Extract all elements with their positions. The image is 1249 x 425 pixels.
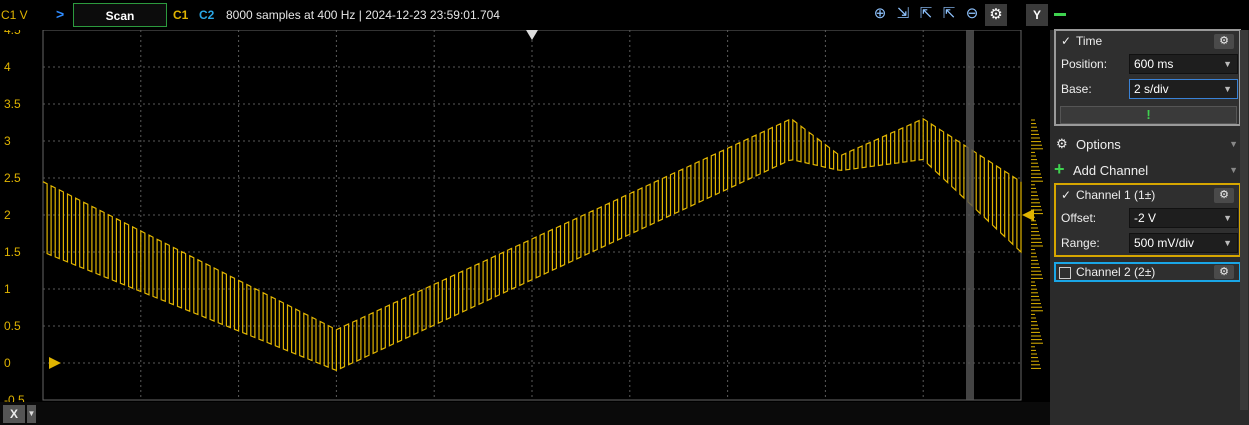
x-axis-dropdown-icon[interactable]: ▼ bbox=[27, 405, 36, 423]
y-tick-label: 4 bbox=[4, 60, 11, 74]
chevron-down-icon: ▼ bbox=[1229, 165, 1238, 175]
run-button[interactable]: ! bbox=[1060, 106, 1237, 124]
y-tick-label: 3 bbox=[4, 134, 11, 148]
channel1-check-icon[interactable]: ✓ bbox=[1061, 188, 1071, 202]
channel2-section: Channel 2 (2±) ⚙ bbox=[1054, 262, 1241, 282]
trigger-level-marker bbox=[1022, 209, 1034, 221]
panel-scrollbar[interactable] bbox=[1240, 30, 1248, 410]
range-label: Range: bbox=[1061, 236, 1100, 250]
y-axis-unit: C1 V bbox=[1, 8, 28, 22]
chevron-down-icon[interactable]: ▼ bbox=[1223, 80, 1232, 98]
time-header: Time bbox=[1076, 34, 1103, 48]
offset-value: -2 V bbox=[1134, 211, 1157, 225]
x-axis-bar bbox=[0, 402, 1050, 425]
scan-button[interactable]: Scan bbox=[73, 3, 167, 27]
y-tick-label: 1.5 bbox=[4, 245, 21, 259]
channel1-toggle[interactable]: C1 bbox=[173, 8, 188, 22]
chevron-down-icon[interactable]: ▼ bbox=[1223, 55, 1232, 73]
expand-arrow-icon[interactable]: > bbox=[56, 6, 64, 22]
cursor-icon[interactable]: ⇱ bbox=[939, 4, 959, 24]
acquisition-info: 8000 samples at 400 Hz | 2024-12-23 23:5… bbox=[226, 8, 500, 22]
position-value: 600 ms bbox=[1134, 57, 1174, 71]
gear-icon[interactable]: ⚙ bbox=[1214, 265, 1234, 279]
zoom-in-icon[interactable]: ⊕ bbox=[870, 4, 890, 24]
chevron-down-icon[interactable]: ▼ bbox=[1223, 209, 1232, 227]
chevron-down-icon[interactable]: ▼ bbox=[1223, 234, 1232, 252]
base-field[interactable]: 2 s/div ▼ bbox=[1129, 79, 1238, 99]
gear-icon[interactable]: ⚙ bbox=[985, 4, 1007, 26]
y-axis-button[interactable]: Y bbox=[1026, 4, 1048, 26]
channel1-header: Channel 1 (1±) bbox=[1076, 188, 1156, 202]
time-section: ✓ Time ⚙ Position: 600 ms ▼ Base: 2 s/di… bbox=[1054, 29, 1241, 126]
range-field[interactable]: 500 mV/div ▼ bbox=[1129, 233, 1238, 253]
y-tick-label: 0 bbox=[4, 356, 11, 370]
gear-icon: ⚙ bbox=[1056, 136, 1068, 151]
cursor-icon[interactable]: ⇱ bbox=[916, 4, 936, 24]
cursor-band bbox=[966, 30, 974, 400]
scope-area: 4.543.532.521.510.50-0.5 -9.4 s-7.4 s-5.… bbox=[0, 0, 1050, 425]
options-row[interactable]: ⚙ Options ▼ bbox=[1054, 135, 1241, 157]
x-axis-button[interactable]: X bbox=[3, 405, 25, 423]
gear-icon[interactable]: ⚙ bbox=[1214, 34, 1234, 49]
range-value: 500 mV/div bbox=[1134, 236, 1195, 250]
base-value: 2 s/div bbox=[1134, 82, 1169, 96]
cursor-icon[interactable]: ⇲ bbox=[893, 4, 913, 24]
position-label: Position: bbox=[1061, 57, 1108, 71]
zoom-toolbar: ⊕ ⇲ ⇱ ⇱ ⊖ ⚙ bbox=[870, 4, 1007, 26]
add-channel-row[interactable]: + Add Channel ▼ bbox=[1054, 159, 1241, 183]
offset-field[interactable]: -2 V ▼ bbox=[1129, 208, 1238, 228]
channel2-header: Channel 2 (2±) bbox=[1076, 265, 1156, 279]
channel2-toggle[interactable]: C2 bbox=[199, 8, 214, 22]
offset-label: Offset: bbox=[1061, 211, 1097, 225]
chevron-down-icon: ▼ bbox=[1229, 139, 1238, 149]
position-field[interactable]: 600 ms ▼ bbox=[1129, 54, 1238, 74]
base-label: Base: bbox=[1061, 82, 1092, 96]
plus-icon: + bbox=[1054, 159, 1065, 179]
y-tick-label: 2.5 bbox=[4, 171, 21, 185]
y-tick-label: 3.5 bbox=[4, 97, 21, 111]
y-tick-label: 2 bbox=[4, 208, 11, 222]
scope-toolbar: C1 V > Scan C1 C2 8000 samples at 400 Hz… bbox=[0, 0, 1050, 30]
plot-grid bbox=[42, 29, 1022, 401]
channel2-checkbox[interactable] bbox=[1059, 267, 1071, 279]
plot-area[interactable]: 4.543.532.521.510.50-0.5 -9.4 s-7.4 s-5.… bbox=[0, 0, 1050, 425]
y-tick-label: 0.5 bbox=[4, 319, 21, 333]
options-label: Options bbox=[1076, 137, 1121, 152]
add-channel-label: Add Channel bbox=[1073, 163, 1149, 178]
y-tick-label: 1 bbox=[4, 282, 11, 296]
channel1-section: ✓ Channel 1 (1±) ⚙ Offset: -2 V ▼ Range:… bbox=[1054, 183, 1241, 257]
zoom-out-icon[interactable]: ⊖ bbox=[962, 4, 982, 24]
y-tick-labels: 4.543.532.521.510.50-0.5 bbox=[4, 23, 25, 407]
collapse-icon[interactable] bbox=[1054, 13, 1066, 16]
panel-header bbox=[1050, 0, 1249, 30]
gear-icon[interactable]: ⚙ bbox=[1214, 188, 1234, 203]
settings-panel: ✓ Time ⚙ Position: 600 ms ▼ Base: 2 s/di… bbox=[1050, 0, 1249, 425]
time-check-icon[interactable]: ✓ bbox=[1061, 34, 1071, 48]
